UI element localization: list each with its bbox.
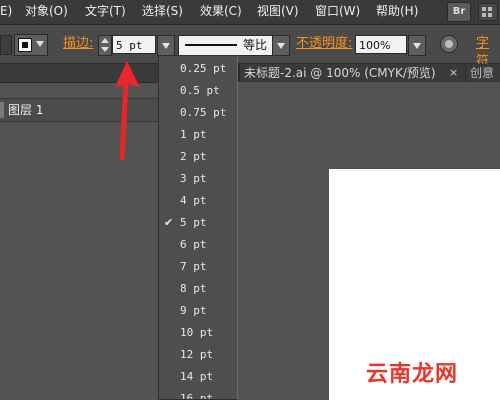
control-bar: 描边: 5 pt 等比 不透明度: 100% 字符	[0, 25, 500, 69]
stroke-label[interactable]: 描边:	[63, 35, 93, 53]
layer-name: 图层 1	[8, 103, 44, 117]
stroke-weight-option[interactable]: ✔ 5 pt	[159, 212, 237, 234]
stroke-weight-option[interactable]: 9 pt	[159, 300, 237, 322]
stroke-weight-option-label: 8 pt	[180, 282, 207, 295]
menu-type[interactable]: 文字(T)	[85, 0, 126, 24]
opacity-dropdown-button[interactable]	[408, 35, 426, 56]
red-annotation-arrow	[115, 61, 140, 161]
chevron-down-icon	[162, 43, 170, 49]
opacity-input[interactable]: 100%	[355, 35, 407, 54]
stroke-weight-option[interactable]: 2 pt	[159, 146, 237, 168]
profile-label: 等比	[242, 38, 267, 52]
menu-edit[interactable]: E)	[0, 0, 12, 24]
stroke-weight-option[interactable]: 6 pt	[159, 234, 237, 256]
menu-help[interactable]: 帮助(H)	[376, 0, 418, 24]
stroke-weight-option[interactable]: 7 pt	[159, 256, 237, 278]
bridge-button[interactable]: Br	[447, 2, 471, 22]
stroke-weight-option-label: 12 pt	[180, 348, 214, 361]
stroke-weight-option-label: 0.75 pt	[180, 106, 227, 119]
stroke-weight-option-label: 14 pt	[180, 370, 214, 383]
tool-preset-dropdown[interactable]	[0, 35, 12, 55]
document-tab-title[interactable]: 未标题-2.ai @ 100% (CMYK/预览)	[244, 64, 436, 82]
close-icon[interactable]: ×	[449, 64, 458, 82]
uniform-line-icon	[185, 44, 237, 46]
stroke-weight-option[interactable]: 3 pt	[159, 168, 237, 190]
stroke-weight-option-label: 1 pt	[180, 128, 207, 141]
stroke-weight-list[interactable]: 0.25 pt 0.5 pt 0.75 pt 1 pt 2 pt 3 pt 4 pt ✔ 5 p…	[158, 55, 238, 400]
layer-visibility-icon[interactable]	[0, 102, 4, 118]
menu-view[interactable]: 视图(V)	[257, 0, 299, 24]
stroke-weight-input[interactable]: 5 pt	[112, 35, 156, 54]
tab-divider	[238, 64, 240, 82]
stroke-weight-dropdown-button[interactable]	[157, 35, 175, 56]
stroke-color-button[interactable]	[14, 34, 48, 56]
stroke-weight-option-label: 9 pt	[180, 304, 207, 317]
stepper-up-icon[interactable]	[101, 38, 109, 43]
workspace-switcher-icon[interactable]	[478, 3, 498, 21]
stroke-weight-option-label: 5 pt	[180, 216, 207, 229]
menu-effect[interactable]: 效果(C)	[200, 0, 242, 24]
arrow-head	[115, 61, 140, 88]
menu-select[interactable]: 选择(S)	[142, 0, 183, 24]
watermark-text: 云南龙网	[366, 362, 459, 387]
stroke-weight-option-label: 0.5 pt	[180, 84, 220, 97]
document-tab-next[interactable]: 创意	[470, 64, 494, 82]
menu-bar: E) 对象(O) 文字(T) 选择(S) 效果(C) 视图(V) 窗口(W) 帮…	[0, 0, 500, 25]
stroke-weight-option[interactable]: 14 pt	[159, 366, 237, 388]
tab-divider	[465, 64, 466, 82]
stroke-weight-option-label: 7 pt	[180, 260, 207, 273]
menu-window[interactable]: 窗口(W)	[315, 0, 360, 24]
stroke-weight-option-label: 10 pt	[180, 326, 214, 339]
stroke-weight-option[interactable]: 10 pt	[159, 322, 237, 344]
variable-width-profile[interactable]: 等比	[178, 35, 273, 56]
opacity-label[interactable]: 不透明度:	[296, 35, 352, 53]
stepper-down-icon[interactable]	[101, 47, 109, 52]
chevron-down-icon	[277, 43, 285, 49]
stroke-weight-option-label: 4 pt	[180, 194, 207, 207]
stroke-weight-option-label: 0.25 pt	[180, 62, 227, 75]
stroke-weight-option-label: 6 pt	[180, 238, 207, 251]
stroke-weight-option[interactable]: 16 pt	[159, 388, 237, 400]
stroke-weight-option[interactable]: 0.75 pt	[159, 102, 237, 124]
stroke-weight-stepper[interactable]	[98, 35, 112, 56]
checkmark-icon: ✔	[164, 216, 174, 229]
recolor-artwork-icon[interactable]	[440, 35, 458, 53]
chevron-down-icon	[36, 41, 44, 47]
stroke-weight-option[interactable]: 1 pt	[159, 124, 237, 146]
stroke-weight-option[interactable]: 0.25 pt	[159, 58, 237, 80]
stroke-weight-option-label: 16 pt	[180, 392, 214, 400]
stroke-weight-option[interactable]: 4 pt	[159, 190, 237, 212]
profile-dropdown-button[interactable]	[272, 35, 290, 56]
stroke-weight-option[interactable]: 8 pt	[159, 278, 237, 300]
menu-object[interactable]: 对象(O)	[25, 0, 68, 24]
stroke-swatch-icon	[18, 38, 32, 52]
stroke-weight-option[interactable]: 0.5 pt	[159, 80, 237, 102]
chevron-down-icon	[413, 43, 421, 49]
stroke-weight-option[interactable]: 12 pt	[159, 344, 237, 366]
arrow-shaft	[119, 80, 129, 161]
stroke-weight-option-label: 3 pt	[180, 172, 207, 185]
stroke-weight-option-label: 2 pt	[180, 150, 207, 163]
